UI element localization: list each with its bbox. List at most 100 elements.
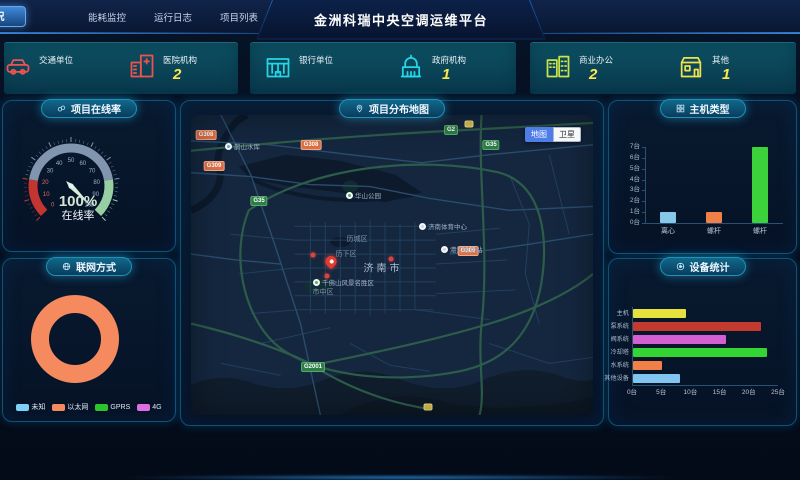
svg-text:10: 10	[43, 192, 50, 198]
top-nav-bar: 概况 能耗监控 运行日志 项目列表 视频监控 金洲科瑞中央空调运维平台	[0, 0, 800, 34]
y-tick-label: 2台	[615, 197, 640, 205]
svg-text:100%: 100%	[59, 193, 97, 210]
road-badge: G308	[196, 130, 217, 140]
project-dot-marker[interactable]	[311, 253, 316, 258]
map-canvas[interactable]: G308G308G309G309G2G35G35G2001鹊山水库华山公园济南体…	[191, 115, 593, 415]
poi-marker: 鹊山水库	[225, 141, 260, 151]
poi-ring-icon	[313, 279, 320, 286]
y-tick-mark	[642, 223, 645, 224]
stat-item: 其他1	[663, 42, 796, 94]
legend-item[interactable]: 以太网	[52, 402, 88, 412]
poi-marker: 华山公园	[346, 190, 381, 200]
project-dot-marker[interactable]	[389, 257, 394, 262]
stat-info: 商业办公2	[579, 54, 613, 82]
y-tick-mark	[642, 169, 645, 170]
legend-item[interactable]: GPRS	[95, 402, 130, 412]
road-badge: G2	[444, 125, 458, 135]
bar	[752, 147, 768, 223]
stat-value: 2	[589, 67, 613, 82]
stats-row: 交通单位 医院机构2银行单位政府机构1 商业办公2 其他1	[0, 42, 800, 94]
device-stats-chart: 主机泵系统阀系统冷却塔水系统其他设备0台5台10台15台20台25台	[615, 283, 790, 419]
stat-card: 银行单位政府机构1	[250, 42, 516, 94]
y-category-label: 阀系统	[603, 336, 629, 344]
legend-label: 未知	[31, 402, 45, 412]
bar	[633, 348, 767, 357]
poi-ring-icon	[441, 246, 448, 253]
y-tick-mark	[642, 201, 645, 202]
panel-header: 项目在线率	[41, 99, 137, 118]
stat-item: 交通单位	[0, 42, 114, 94]
network-donut-chart	[3, 285, 177, 395]
tab-project-list[interactable]: 项目列表	[220, 10, 258, 24]
stat-value: 2	[173, 67, 197, 82]
poi-label: 济南体育中心	[428, 221, 467, 231]
district-label: 市中区	[313, 287, 334, 297]
bottom-glow-decoration	[120, 475, 680, 480]
tab-overview[interactable]: 概况	[0, 6, 26, 27]
panel-title: 联网方式	[76, 259, 116, 274]
x-tick-label: 25台	[767, 388, 789, 397]
bank-icon	[264, 52, 292, 85]
x-axis-line	[632, 385, 778, 386]
road-badge	[465, 121, 474, 128]
stat-info: 其他1	[712, 54, 730, 82]
road-badge: G309	[204, 161, 225, 171]
stat-label: 政府机构	[432, 54, 466, 66]
panel-title: 项目在线率	[71, 101, 121, 116]
svg-text:50: 50	[68, 158, 75, 164]
network-legend: 未知以太网 GPRS 4G	[3, 402, 175, 412]
grid-icon	[676, 104, 685, 113]
legend-item[interactable]: 未知	[16, 402, 45, 412]
map-type-satellite-button[interactable]: 卫星	[553, 127, 581, 142]
legend-swatch	[95, 404, 108, 411]
legend-swatch	[52, 404, 65, 411]
government-icon	[397, 52, 425, 85]
tab-energy-monitor[interactable]: 能耗监控	[88, 10, 126, 24]
panel-title: 设备统计	[690, 259, 730, 274]
legend-swatch	[16, 404, 29, 411]
shop-icon	[677, 52, 705, 85]
bar	[633, 322, 761, 331]
y-tick-mark	[642, 180, 645, 181]
tab-run-log[interactable]: 运行日志	[154, 10, 192, 24]
road-badge: G35	[482, 140, 499, 150]
x-category-label: 螺杆	[740, 227, 780, 236]
poi-label: 千佛山风景名胜区	[322, 277, 374, 287]
x-tick-label: 5台	[650, 388, 672, 397]
poi-dot-icon	[443, 248, 446, 251]
poi-marker: 港沟收费站	[441, 244, 483, 254]
title-banner: 金洲科瑞中央空调运维平台	[256, 0, 546, 40]
map-type-map-button[interactable]: 地图	[525, 127, 553, 142]
y-tick-mark	[642, 147, 645, 148]
stat-info: 交通单位	[39, 54, 73, 82]
bar	[633, 374, 680, 383]
stat-item: 商业办公2	[530, 42, 663, 94]
map-pin-icon	[355, 104, 364, 113]
bar	[633, 309, 686, 318]
project-dot-marker[interactable]	[325, 274, 330, 279]
y-axis-line	[645, 147, 646, 223]
x-axis-line	[645, 223, 783, 224]
stat-value	[49, 67, 73, 82]
y-tick-label: 6台	[615, 154, 640, 162]
svg-text:在线率: 在线率	[62, 208, 95, 222]
panel-network-mode: 联网方式 未知以太网 GPRS 4G	[2, 258, 176, 422]
bar	[633, 361, 662, 370]
stat-item: 医院机构2	[114, 42, 238, 94]
page-title: 金洲科瑞中央空调运维平台	[314, 10, 488, 29]
legend-label: GPRS	[110, 404, 130, 411]
map-type-switcher: 地图卫星	[525, 127, 581, 142]
stat-card: 交通单位 医院机构2	[4, 42, 238, 94]
legend-item[interactable]: 4G	[137, 402, 161, 412]
poi-ring-icon	[419, 223, 426, 230]
y-tick-mark	[642, 212, 645, 213]
poi-ring-icon	[225, 143, 232, 150]
poi-marker: 千佛山风景名胜区	[313, 277, 374, 287]
poi-marker: 济南体育中心	[419, 221, 467, 231]
poi-dot-icon	[227, 145, 230, 148]
svg-text:40: 40	[56, 161, 63, 167]
bar	[633, 335, 726, 344]
panel-title: 主机类型	[690, 101, 730, 116]
y-category-label: 水系统	[603, 362, 629, 370]
road-badge	[424, 404, 433, 411]
